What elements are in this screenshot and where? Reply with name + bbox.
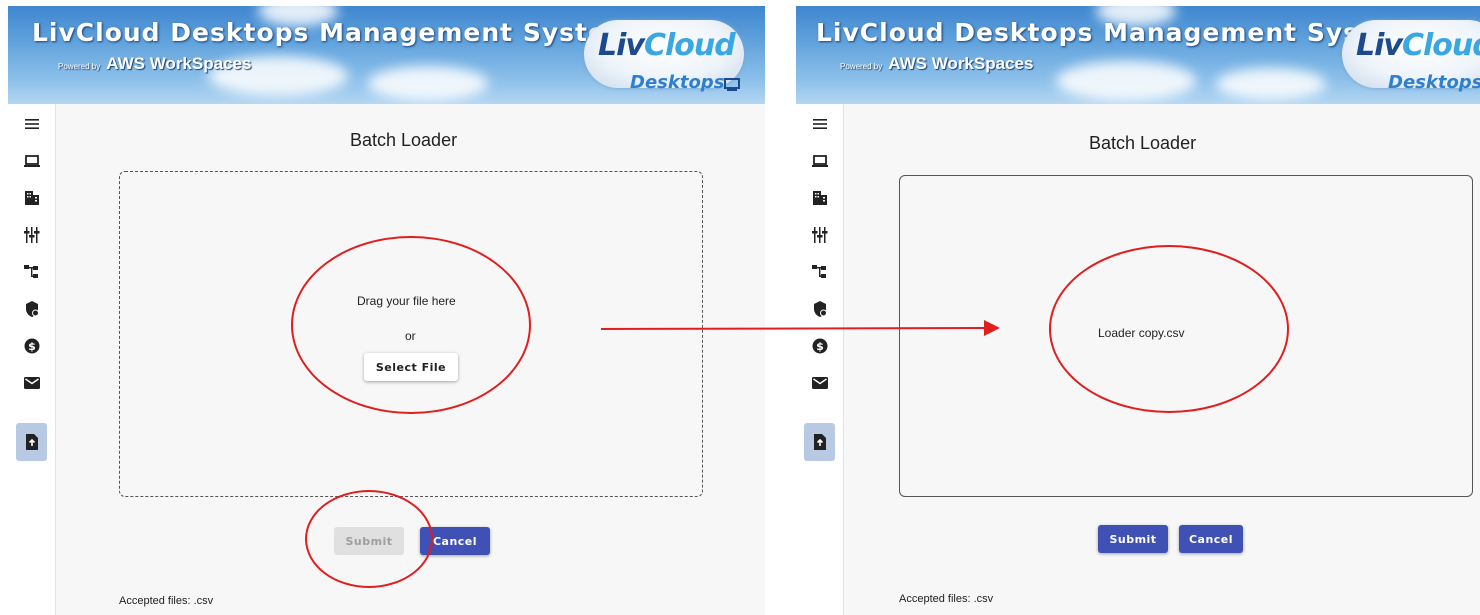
menu-icon[interactable]: [16, 110, 47, 138]
hierarchy-icon[interactable]: [16, 258, 47, 286]
highlight-ellipse-dropzone: [291, 236, 531, 414]
accepted-files-note: Accepted files: .csv: [119, 595, 214, 607]
mail-icon[interactable]: [804, 369, 835, 397]
page-title: Batch Loader: [1089, 133, 1197, 153]
highlight-ellipse-submit: [305, 490, 433, 588]
dollar-icon[interactable]: $: [16, 332, 47, 360]
app-header: LivCloud Desktops Management System Powe…: [8, 6, 765, 104]
powered-by: Powered by AWS WorkSpaces: [840, 54, 1034, 73]
highlight-ellipse-file: [1049, 245, 1289, 413]
svg-text:$: $: [816, 340, 824, 353]
cancel-button[interactable]: Cancel: [1179, 525, 1243, 553]
building-icon[interactable]: [804, 184, 835, 212]
laptop-icon[interactable]: [16, 147, 47, 175]
side-nav: $: [796, 104, 844, 615]
aws-label: AWS WorkSpaces: [888, 54, 1034, 73]
dollar-icon[interactable]: $: [804, 332, 835, 360]
app-title: LivCloud Desktops Management System: [32, 18, 633, 47]
livcloud-logo: LivCloud Desktops: [1336, 12, 1480, 102]
accepted-files-note: Accepted files: .csv: [899, 593, 994, 605]
laptop-icon[interactable]: [804, 147, 835, 175]
monitor-icon: [724, 78, 740, 91]
svg-text:$: $: [28, 340, 36, 353]
sliders-icon[interactable]: [804, 221, 835, 249]
app-title: LivCloud Desktops Management System: [816, 18, 1417, 47]
file-upload-icon[interactable]: [804, 423, 835, 461]
hierarchy-icon[interactable]: [804, 258, 835, 286]
mail-icon[interactable]: [16, 369, 47, 397]
submit-button[interactable]: Submit: [1098, 525, 1168, 553]
app-header: LivCloud Desktops Management System Powe…: [796, 6, 1480, 104]
powered-by: Powered by AWS WorkSpaces: [58, 54, 252, 73]
livcloud-logo: LivCloud Desktops: [578, 12, 746, 102]
security-shield-icon[interactable]: [16, 295, 47, 323]
file-upload-icon[interactable]: [16, 423, 47, 461]
side-nav: $: [8, 104, 56, 615]
menu-icon[interactable]: [804, 110, 835, 138]
security-shield-icon[interactable]: [804, 295, 835, 323]
building-icon[interactable]: [16, 184, 47, 212]
sliders-icon[interactable]: [16, 221, 47, 249]
aws-label: AWS WorkSpaces: [106, 54, 252, 73]
page-title: Batch Loader: [350, 130, 458, 150]
